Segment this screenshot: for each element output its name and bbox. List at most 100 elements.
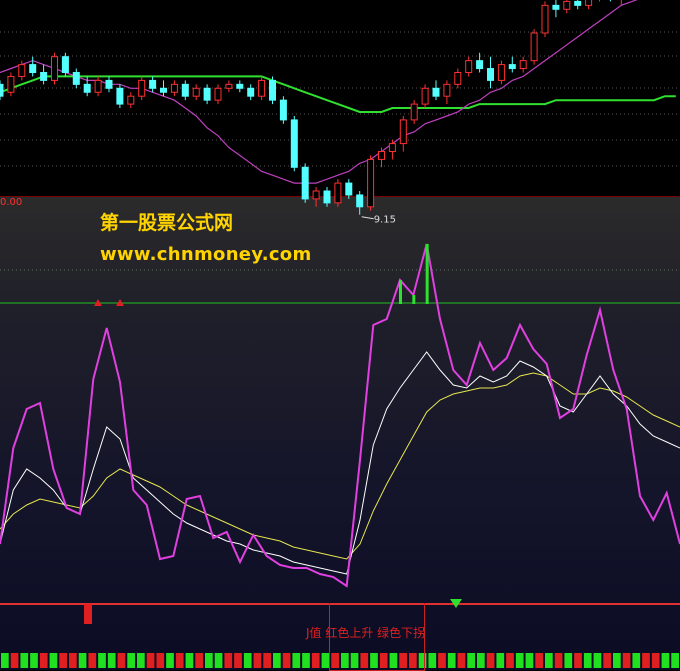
candle-body <box>454 72 462 85</box>
trend-strip-cell <box>263 653 271 668</box>
trend-strip-cell <box>205 653 213 668</box>
trend-strip-cell <box>127 653 135 668</box>
k-line <box>0 351 680 575</box>
trend-strip-cell <box>137 653 145 668</box>
trend-strip-cell <box>146 653 155 668</box>
candle-body <box>236 83 244 89</box>
candle-body <box>181 83 189 97</box>
trend-strip-cell <box>185 653 194 668</box>
trend-strip-cell <box>661 653 670 668</box>
trend-strip-cell <box>554 653 563 668</box>
candle-body <box>0 83 4 97</box>
candle-body <box>72 72 80 85</box>
trend-strip-cell <box>545 653 553 668</box>
trend-strip-cell <box>467 653 475 668</box>
trend-strip-cell <box>30 653 38 668</box>
candle-body <box>61 56 69 74</box>
candle-body <box>269 79 276 101</box>
trend-strip-cell <box>632 653 641 668</box>
trend-strip-cell <box>253 653 262 668</box>
trend-strip-cell <box>564 653 573 668</box>
low-price-label: 9.15 <box>374 215 396 226</box>
legend-text: J值 红色上升 绿色下拐 <box>306 626 426 640</box>
candle-body <box>192 87 200 97</box>
trend-strip-cell <box>234 653 242 668</box>
trend-strip-cell <box>156 653 165 668</box>
candle-body <box>279 99 287 121</box>
trend-strip-cell <box>39 653 48 668</box>
j-overbought-bar <box>425 244 429 304</box>
candle-body <box>585 0 593 6</box>
trend-strip-cell <box>49 653 58 668</box>
candle-body <box>247 87 255 97</box>
trend-strip-cell <box>311 653 320 668</box>
candle-body <box>40 72 48 81</box>
trend-strip-cell <box>98 653 106 668</box>
j-overbought-bar <box>412 295 416 304</box>
candle-body <box>530 32 538 62</box>
candle-body <box>225 83 233 89</box>
candle-body <box>574 0 582 6</box>
candle-body <box>443 83 451 97</box>
candle-body <box>214 87 222 101</box>
watermark-url: www.chnmoney.com <box>100 244 312 265</box>
j-overbought-bar <box>399 280 402 304</box>
trend-strip-cell <box>195 653 203 668</box>
low-price-pointer <box>361 216 374 220</box>
candle-body <box>127 95 135 105</box>
candle-body <box>519 60 527 70</box>
candle-body <box>116 87 124 105</box>
indicator-value-label: 0.00 <box>0 197 23 208</box>
trend-strip-cell <box>447 653 456 668</box>
trend-strip-cell <box>282 653 291 668</box>
trend-strip-cell <box>496 653 505 668</box>
trend-strip-cell <box>20 653 29 668</box>
candle-body <box>388 143 396 153</box>
candle-body <box>290 119 298 168</box>
trend-strip-cell <box>486 653 495 668</box>
candle-body <box>323 190 331 204</box>
trend-strip-cell <box>613 653 621 668</box>
d-line <box>0 372 680 560</box>
candle-body <box>301 166 309 200</box>
trend-strip-cell <box>166 653 174 668</box>
trend-strip-cell <box>574 653 582 668</box>
trend-strip-cell <box>457 653 466 668</box>
candle-body <box>410 103 418 121</box>
trend-strip-cell <box>438 653 446 668</box>
candle-body <box>29 64 37 73</box>
trend-strip-cell <box>651 653 660 668</box>
candle-body <box>160 87 167 93</box>
trend-strip-cell <box>224 653 233 668</box>
trend-strip-cell <box>506 653 514 668</box>
candle-body <box>18 64 26 77</box>
candle-body <box>51 56 58 81</box>
candle-body <box>563 0 571 10</box>
candle-body <box>345 182 353 196</box>
trend-strip-cell <box>78 653 87 668</box>
candle-body <box>541 4 549 34</box>
candle-body <box>367 158 375 208</box>
candle-body <box>203 87 211 101</box>
trend-strip-cell <box>107 653 116 668</box>
trend-strip-cell <box>1 653 9 668</box>
trend-strip-cell <box>525 653 534 668</box>
candle-body <box>138 79 146 97</box>
candle-body <box>497 64 505 81</box>
trend-strip-cell <box>583 653 592 668</box>
trend-strip-cell <box>59 653 67 668</box>
trend-strip-cell <box>642 653 650 668</box>
candle-body <box>105 79 113 89</box>
trend-strip-cell <box>428 653 437 668</box>
candle-body <box>465 60 473 74</box>
trend-strip-cell <box>69 653 77 668</box>
watermark-title: 第一股票公式网 <box>100 212 234 234</box>
candle-body <box>476 60 484 70</box>
candle-body <box>421 87 429 105</box>
candle-body <box>552 4 560 10</box>
j-line <box>0 243 680 588</box>
candle-body <box>378 151 385 160</box>
chart-canvas: 9.15 <box>0 0 680 668</box>
candle-body <box>334 182 342 204</box>
trend-strip-cell <box>477 653 485 668</box>
